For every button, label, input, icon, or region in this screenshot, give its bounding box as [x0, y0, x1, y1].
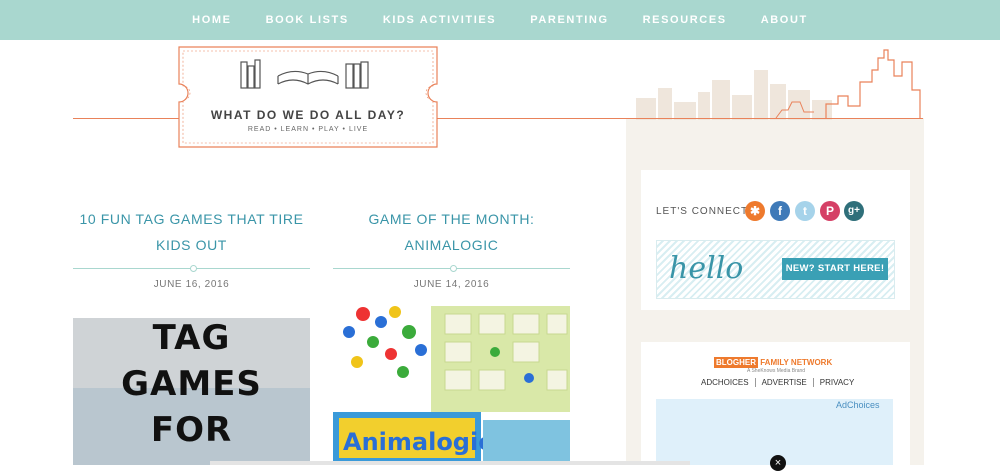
- ad-links: ADCHOICES ADVERTISE PRIVACY: [701, 378, 860, 387]
- image-text-line: GAMES: [121, 364, 262, 404]
- nav-home[interactable]: HOME: [175, 14, 248, 26]
- google-plus-icon[interactable]: g+: [844, 201, 864, 221]
- board-game-photo: Animalogic: [333, 292, 570, 465]
- animalogic-box-text: Animalogic: [343, 428, 492, 456]
- sticky-ad-bar[interactable]: [210, 461, 690, 465]
- image-text-line: TAG: [152, 318, 231, 358]
- post-title[interactable]: GAME OF THE MONTH: ANIMALOGIC: [333, 206, 570, 258]
- divider-dot-icon: [189, 265, 197, 272]
- top-navigation: HOME BOOK LISTS KIDS ACTIVITIES PARENTIN…: [0, 0, 1000, 40]
- close-icon[interactable]: ×: [770, 455, 786, 471]
- post-card-tag-games: 10 FUN TAG GAMES THAT TIRE KIDS OUT JUNE…: [73, 206, 310, 290]
- post-date: JUNE 16, 2016: [153, 279, 230, 290]
- blogher-label: BLOGHER: [714, 357, 758, 368]
- start-here-banner[interactable]: hello NEW? START HERE!: [656, 240, 895, 299]
- nav-about[interactable]: ABOUT: [744, 14, 825, 26]
- start-here-badge: NEW? START HERE!: [782, 258, 888, 280]
- twitter-icon[interactable]: t: [795, 201, 815, 221]
- city-skyline-illustration: [636, 49, 921, 120]
- hello-script-text: hello: [669, 251, 744, 286]
- divider-dot-icon: [449, 265, 457, 272]
- nav-resources[interactable]: RESOURCES: [626, 14, 744, 26]
- family-network-label: FAMILY NETWORK: [760, 358, 833, 367]
- pinterest-icon[interactable]: P: [820, 201, 840, 221]
- post-divider: [73, 265, 310, 272]
- nav-book-lists[interactable]: BOOK LISTS: [249, 14, 366, 26]
- nav-parenting[interactable]: PARENTING: [513, 14, 625, 26]
- post-image-tag-games[interactable]: TAG GAMES FOR: [73, 318, 310, 465]
- advertise-link[interactable]: ADVERTISE: [762, 378, 814, 387]
- sheknows-brand-text: A SheKnows Media Brand: [747, 368, 806, 374]
- site-logo[interactable]: WHAT DO WE DO ALL DAY? READ • LEARN • PL…: [178, 46, 438, 148]
- post-divider: [333, 265, 570, 272]
- post-card-animalogic: GAME OF THE MONTH: ANIMALOGIC JUNE 14, 2…: [333, 206, 570, 290]
- adchoices-badge[interactable]: AdChoices: [836, 400, 880, 410]
- post-date: JUNE 14, 2016: [413, 279, 490, 290]
- post-title[interactable]: 10 FUN TAG GAMES THAT TIRE KIDS OUT: [73, 206, 310, 258]
- facebook-icon[interactable]: f: [770, 201, 790, 221]
- blogher-network-logo[interactable]: BLOGHER FAMILY NETWORK: [714, 357, 833, 368]
- nav-kids-activities[interactable]: KIDS ACTIVITIES: [366, 14, 513, 26]
- adchoices-link[interactable]: ADCHOICES: [701, 378, 756, 387]
- image-text-line: FOR: [150, 410, 233, 450]
- post-image-animalogic[interactable]: Animalogic: [333, 292, 570, 465]
- rss-icon[interactable]: ✱: [745, 201, 765, 221]
- logo-title: WHAT DO WE DO ALL DAY?: [210, 108, 406, 122]
- privacy-link[interactable]: PRIVACY: [820, 378, 861, 387]
- logo-tagline: READ • LEARN • PLAY • LIVE: [247, 126, 369, 133]
- connect-label: LET'S CONNECT: [656, 206, 749, 217]
